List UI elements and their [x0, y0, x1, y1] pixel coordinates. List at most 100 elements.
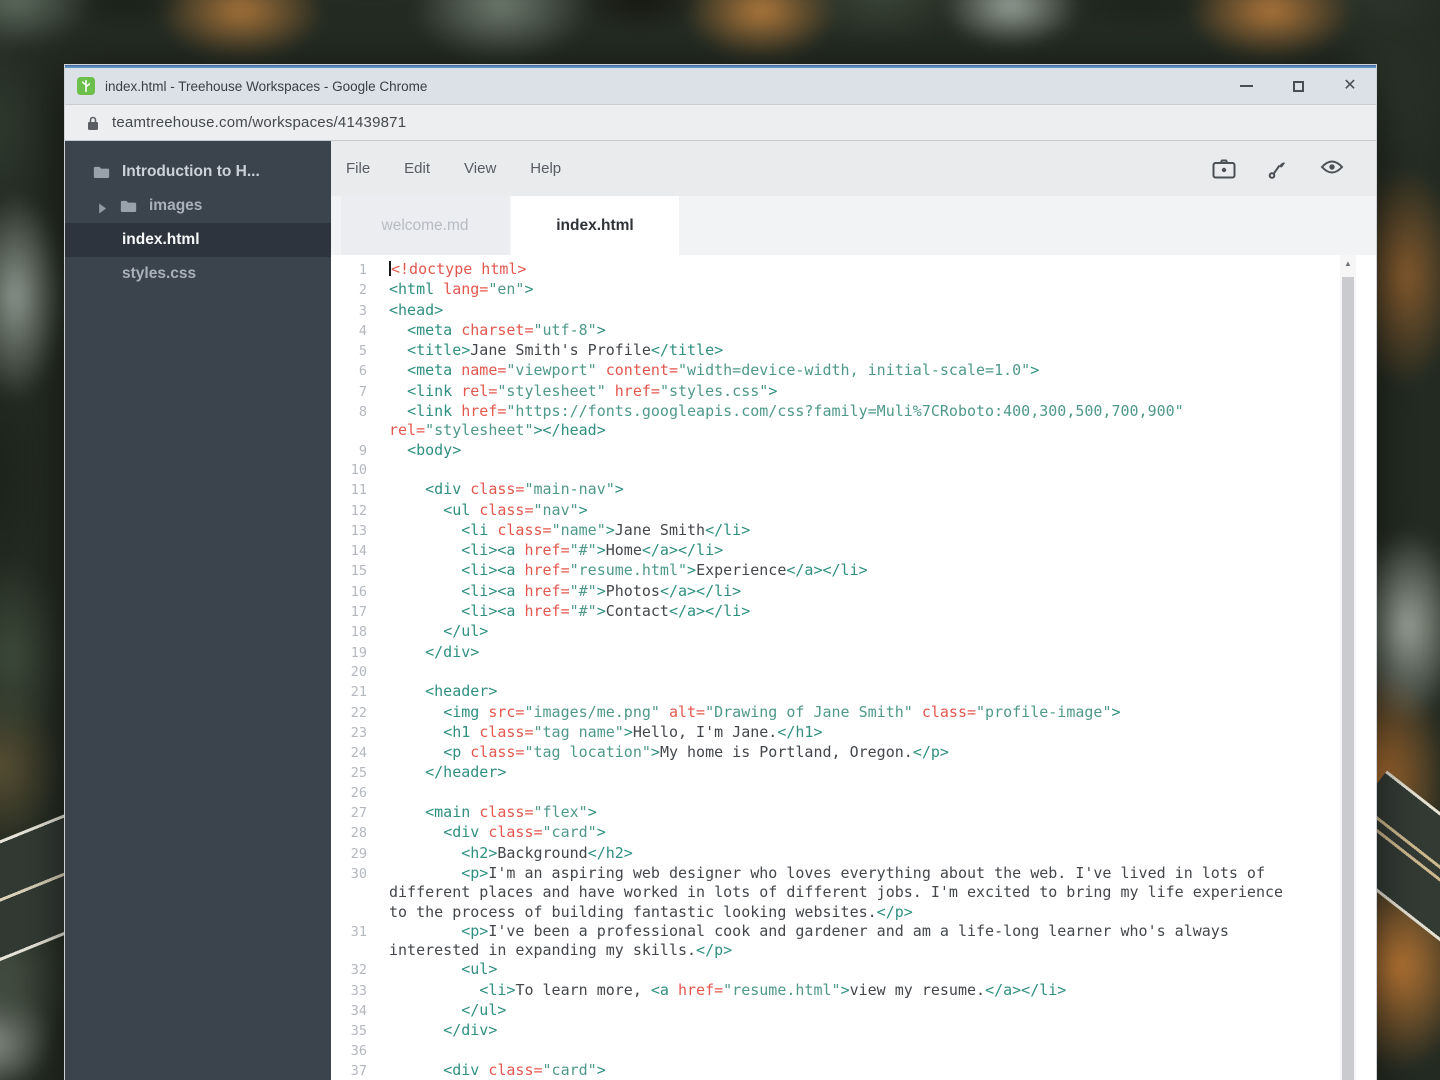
- code-line: 11 <div class="main-nav">: [331, 480, 1376, 500]
- maximize-button[interactable]: [1272, 68, 1324, 104]
- sidebar-item-label: index.html: [122, 231, 200, 248]
- code-line-content: <li>To learn more, <a href="resume.html"…: [479, 980, 1067, 999]
- menu-view[interactable]: View: [464, 160, 496, 177]
- scrollbar-thumb[interactable]: [1342, 277, 1354, 1080]
- code-line: 36: [331, 1042, 1376, 1061]
- close-button[interactable]: ✕: [1324, 68, 1376, 104]
- code-line-content: <link href="https://fonts.googleapis.com…: [389, 402, 1184, 440]
- line-number: 10: [350, 461, 367, 478]
- sidebar-item-label: images: [149, 197, 203, 214]
- scrollbar-up-arrow[interactable]: ▲: [1340, 255, 1356, 273]
- line-number: 31: [350, 923, 367, 940]
- code-line-content: <meta charset="utf-8">: [407, 320, 606, 339]
- code-line: 17 <li><a href="#">Contact</a></li>: [331, 602, 1376, 622]
- code-line-content: </div>: [425, 642, 480, 661]
- line-number: 32: [350, 962, 367, 979]
- code-line: 20: [331, 663, 1376, 682]
- line-number: 26: [350, 784, 367, 801]
- code-line: 32 <ul>: [331, 960, 1376, 980]
- code-line-content: <li><a href="#">Photos</a></li>: [461, 581, 742, 600]
- tab-index-html[interactable]: index.html: [511, 196, 679, 255]
- code-line-content: </ul>: [461, 1000, 507, 1019]
- code-line: 10: [331, 461, 1376, 480]
- code-line: 25 </header>: [331, 763, 1376, 783]
- window-title: index.html - Treehouse Workspaces - Goog…: [105, 78, 428, 94]
- close-icon: ✕: [1343, 77, 1357, 94]
- menu-file[interactable]: File: [346, 160, 370, 177]
- code-line: 35 </div>: [331, 1021, 1376, 1041]
- line-number: 14: [350, 543, 367, 560]
- code-line-content: <div class="card">: [443, 823, 606, 842]
- file-sidebar: Introduction to H... images index.html s…: [65, 141, 331, 1080]
- code-line-content: <!doctype html>: [389, 260, 527, 278]
- menu-help[interactable]: Help: [530, 160, 561, 177]
- code-line-content: <title>Jane Smith's Profile</title>: [407, 341, 724, 360]
- code-line: 18 </ul>: [331, 622, 1376, 642]
- minimize-button[interactable]: [1220, 68, 1272, 104]
- code-area[interactable]: 1 <!doctype html> 2 <html lang="en"> 3 <head>…: [331, 255, 1376, 1080]
- code-line: 5 <title>Jane Smith's Profile</title>: [331, 341, 1376, 361]
- sidebar-item-project[interactable]: Introduction to H...: [65, 155, 331, 189]
- sidebar-item-label: styles.css: [122, 265, 197, 282]
- code-line-content: <body>: [407, 440, 462, 459]
- code-line: 13 <li class="name">Jane Smith</li>: [331, 521, 1376, 541]
- code-line: 34 </ul>: [331, 1001, 1376, 1021]
- browser-window: index.html - Treehouse Workspaces - Goog…: [64, 64, 1377, 1080]
- line-number: 28: [350, 825, 367, 842]
- line-number: 12: [350, 502, 367, 519]
- tab-welcome-md[interactable]: welcome.md: [341, 196, 509, 255]
- code-line-content: <ul>: [461, 960, 498, 979]
- line-number: 6: [358, 363, 367, 380]
- titlebar[interactable]: index.html - Treehouse Workspaces - Goog…: [65, 68, 1376, 104]
- line-number: 8: [358, 404, 367, 421]
- code-line-content: <p>I've been a professional cook and gar…: [389, 921, 1238, 960]
- code-line-content: <div class="card">: [443, 1060, 606, 1079]
- maximize-icon: [1292, 80, 1304, 92]
- code-line: 1 <!doctype html>: [331, 260, 1376, 280]
- code-line-content: <li><a href="#">Contact</a></li>: [461, 602, 751, 621]
- code-line-content: <h2>Background</h2>: [461, 843, 633, 862]
- code-editor[interactable]: 1 <!doctype html> 2 <html lang="en"> 3 <head>…: [331, 255, 1376, 1080]
- code-line-content: <header>: [425, 682, 498, 701]
- code-line-content: <p class="tag location">My home is Portl…: [443, 743, 949, 762]
- fork-icon[interactable]: [1266, 158, 1290, 180]
- code-line: 15 <li><a href="resume.html">Experience<…: [331, 561, 1376, 581]
- sidebar-item-index-html[interactable]: index.html: [65, 223, 331, 257]
- editor-scrollbar[interactable]: ▲: [1340, 255, 1356, 1080]
- line-number: 16: [350, 583, 367, 600]
- code-line: 7 <link rel="stylesheet" href="styles.cs…: [331, 382, 1376, 402]
- camera-icon[interactable]: [1212, 158, 1236, 180]
- line-number: 20: [350, 663, 367, 680]
- code-line-content: <p>I'm an aspiring web designer who love…: [389, 863, 1293, 921]
- code-line-content: <h1 class="tag name">Hello, I'm Jane.</h…: [443, 722, 823, 741]
- code-line-content: </header>: [425, 763, 507, 782]
- line-number: 5: [358, 343, 367, 360]
- code-line: 12 <ul class="nav">: [331, 501, 1376, 521]
- code-line-content: <head>: [389, 300, 444, 319]
- code-line: 27 <main class="flex">: [331, 803, 1376, 823]
- code-line-content: <html lang="en">: [389, 280, 534, 299]
- code-line-content: <li class="name">Jane Smith</li>: [461, 520, 751, 539]
- menu-edit[interactable]: Edit: [404, 160, 430, 177]
- eye-icon[interactable]: [1320, 158, 1344, 180]
- line-number: 35: [350, 1023, 367, 1040]
- code-line-content: <li><a href="resume.html">Experience</a>…: [461, 561, 868, 580]
- code-line: 16 <li><a href="#">Photos</a></li>: [331, 582, 1376, 602]
- sidebar-item-styles-css[interactable]: styles.css: [65, 257, 331, 291]
- chevron-right-icon[interactable]: [98, 201, 107, 213]
- code-line-content: <ul class="nav">: [443, 500, 588, 519]
- line-number: 27: [350, 805, 367, 822]
- code-line: 23 <h1 class="tag name">Hello, I'm Jane.…: [331, 723, 1376, 743]
- line-number: 19: [350, 644, 367, 661]
- code-line-content: <li><a href="#">Home</a></li>: [461, 541, 724, 560]
- url-text[interactable]: teamtreehouse.com/workspaces/41439871: [112, 114, 406, 131]
- line-number: 7: [358, 383, 367, 400]
- code-line-content: <meta name="viewport" content="width=dev…: [407, 361, 1040, 380]
- sidebar-item-images[interactable]: images: [65, 189, 331, 223]
- code-line: 29 <h2>Background</h2>: [331, 844, 1376, 864]
- line-number: 3: [358, 302, 367, 319]
- line-number: 9: [358, 442, 367, 459]
- code-line-content: </div>: [443, 1021, 498, 1040]
- line-number: 4: [358, 322, 367, 339]
- address-bar[interactable]: teamtreehouse.com/workspaces/41439871: [65, 104, 1376, 141]
